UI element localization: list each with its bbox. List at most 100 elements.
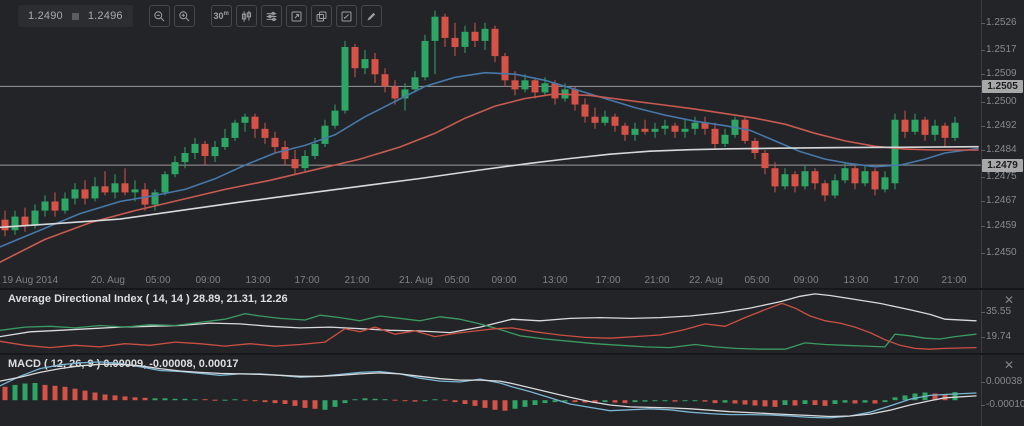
macd-histogram-bar xyxy=(303,400,308,408)
candle-body xyxy=(622,126,629,135)
indicator-tick xyxy=(981,405,985,406)
candle-body xyxy=(682,129,689,132)
timeframe-button[interactable]: 30m xyxy=(211,5,232,27)
macd-histogram-bar xyxy=(43,385,48,400)
macd-histogram-bar xyxy=(653,400,658,401)
bid-price: 1.2490 xyxy=(28,10,63,22)
macd-histogram-bar xyxy=(143,398,148,400)
macd-histogram-bar xyxy=(793,400,798,405)
macd-histogram-bar xyxy=(173,399,178,400)
candle-body xyxy=(942,126,949,138)
candle-body xyxy=(892,120,899,184)
axis-border xyxy=(981,0,982,426)
macd-histogram-bar xyxy=(863,400,868,402)
macd-histogram-bar xyxy=(743,400,748,404)
candle-body xyxy=(512,80,519,89)
macd-histogram-bar xyxy=(473,400,478,406)
candle-body xyxy=(632,129,639,135)
candle-body xyxy=(212,147,219,156)
candle-body xyxy=(302,156,309,168)
price-level-badge: 1.2505 xyxy=(982,80,1023,93)
macd-histogram-bar xyxy=(533,400,538,405)
marker-pen-icon xyxy=(365,10,378,23)
candle-body xyxy=(602,117,609,123)
macd-histogram-bar xyxy=(123,396,128,400)
chart-type-button[interactable] xyxy=(236,5,257,27)
price-axis-label: 1.2509 xyxy=(986,69,1017,79)
adx-close-button[interactable]: ✕ xyxy=(1002,291,1016,309)
duplicate-icon xyxy=(315,10,328,23)
candle-body xyxy=(812,171,819,183)
macd-histogram-bar xyxy=(673,400,678,401)
candle-body xyxy=(672,126,679,132)
macd-histogram-bar xyxy=(373,399,378,400)
expand-button[interactable] xyxy=(286,5,307,27)
price-axis-label: 1.2500 xyxy=(986,97,1017,107)
candle-body xyxy=(612,117,619,126)
candle-body xyxy=(172,162,179,174)
macd-line xyxy=(0,362,976,418)
macd-histogram-bar xyxy=(193,399,198,400)
ma-slow-line xyxy=(0,147,978,228)
plus-di-line xyxy=(0,314,976,350)
ma-mid-line xyxy=(0,94,978,262)
edit-button[interactable] xyxy=(336,5,357,27)
macd-histogram-bar xyxy=(523,400,528,407)
price-tick xyxy=(981,150,985,151)
price-axis-label: 1.2467 xyxy=(986,196,1017,206)
macd-histogram-bar xyxy=(733,400,738,403)
panel-separator-2 xyxy=(0,353,1024,355)
candle-body xyxy=(762,153,769,168)
macd-histogram-bar xyxy=(323,400,328,410)
macd-histogram-bar xyxy=(13,385,18,400)
candle-body xyxy=(552,83,559,98)
indicators-button[interactable] xyxy=(261,5,282,27)
price-chart-svg[interactable] xyxy=(0,0,981,272)
duplicate-button[interactable] xyxy=(311,5,332,27)
candle-body xyxy=(852,168,859,183)
candle-body xyxy=(442,17,449,38)
time-axis-label: 13:00 xyxy=(843,275,868,286)
macd-histogram-bar xyxy=(433,399,438,400)
candle-body xyxy=(452,38,459,47)
macd-histogram-bar xyxy=(843,400,848,402)
candle-body xyxy=(412,77,419,89)
macd-histogram-bar xyxy=(363,398,368,400)
candle-body xyxy=(902,120,909,132)
macd-close-button[interactable]: ✕ xyxy=(1002,356,1016,374)
candle-body xyxy=(112,183,119,192)
macd-histogram-bar xyxy=(873,400,878,403)
macd-histogram-bar xyxy=(93,393,98,401)
candle-body xyxy=(882,177,889,189)
time-axis-label: 20. Aug xyxy=(91,275,125,286)
edit-icon xyxy=(340,10,353,23)
ask-price: 1.2496 xyxy=(88,10,123,22)
draw-button[interactable] xyxy=(361,5,382,27)
candle-body xyxy=(272,138,279,147)
candle-body xyxy=(802,171,809,186)
time-axis-label: 05:00 xyxy=(744,275,769,286)
candle-body xyxy=(592,117,599,123)
macd-histogram-bar xyxy=(353,399,358,400)
price-tick xyxy=(981,74,985,75)
adx-chart-svg[interactable] xyxy=(0,290,981,353)
macd-histogram-bar xyxy=(413,400,418,401)
trading-chart-window: 1.2490 1.2496 30m xyxy=(0,0,1024,426)
expand-icon xyxy=(290,10,303,23)
timeframe-label: 30m xyxy=(214,11,229,21)
macd-histogram-bar xyxy=(213,400,218,401)
zoom-out-button[interactable] xyxy=(149,5,170,27)
zoom-in-button[interactable] xyxy=(174,5,195,27)
macd-histogram-bar xyxy=(543,400,548,403)
macd-histogram-bar xyxy=(273,400,278,403)
macd-chart-svg[interactable] xyxy=(0,355,981,426)
candle-body xyxy=(712,129,719,144)
macd-histogram-bar xyxy=(633,400,638,402)
candle-body xyxy=(52,202,59,211)
candle-body xyxy=(382,74,389,86)
candle-body xyxy=(232,123,239,138)
macd-histogram-bar xyxy=(723,400,728,402)
time-axis-label: 22. Aug xyxy=(689,275,723,286)
macd-histogram-bar xyxy=(293,400,298,406)
candle-body xyxy=(92,186,99,198)
